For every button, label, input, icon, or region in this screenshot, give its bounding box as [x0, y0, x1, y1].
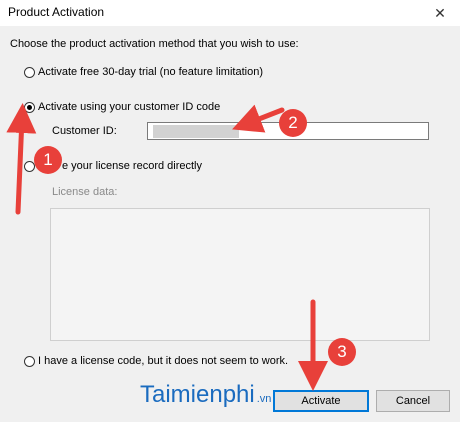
arrow-1 — [6, 103, 37, 215]
activate-button[interactable]: Activate — [273, 390, 369, 412]
title-bar: Product Activation ✕ — [0, 0, 460, 26]
customer-id-label: Customer ID: — [52, 125, 117, 137]
instruction-text: Choose the product activation method tha… — [10, 38, 299, 50]
radio-trial-label[interactable]: Activate free 30-day trial (no feature l… — [38, 66, 263, 78]
window-title: Product Activation — [8, 5, 105, 19]
watermark-suffix: .vn — [256, 393, 272, 405]
radio-license-record-label[interactable]: e your license record directly — [62, 160, 202, 172]
license-data-label: License data: — [52, 186, 118, 198]
license-data-textarea[interactable] — [50, 208, 430, 341]
radio-license-issue[interactable] — [24, 356, 35, 367]
radio-license-issue-label[interactable]: I have a license code, but it does not s… — [38, 355, 288, 367]
watermark-brand: Taimienphi — [140, 381, 255, 408]
radio-customer-id-label[interactable]: Activate using your customer ID code — [38, 101, 220, 113]
step-badge-3: 3 — [328, 338, 356, 366]
step-badge-1: 1 — [34, 146, 62, 174]
taimienphi-watermark: Taimienphi .vn — [140, 381, 271, 409]
product-activation-window: Product Activation ✕ Choose the product … — [0, 0, 460, 422]
radio-trial[interactable] — [24, 67, 35, 78]
radio-customer-id[interactable] — [24, 102, 35, 113]
step-badge-2: 2 — [279, 109, 307, 137]
close-icon[interactable]: ✕ — [420, 0, 460, 26]
blurred-customer-id — [153, 125, 239, 138]
cancel-button[interactable]: Cancel — [376, 390, 450, 412]
